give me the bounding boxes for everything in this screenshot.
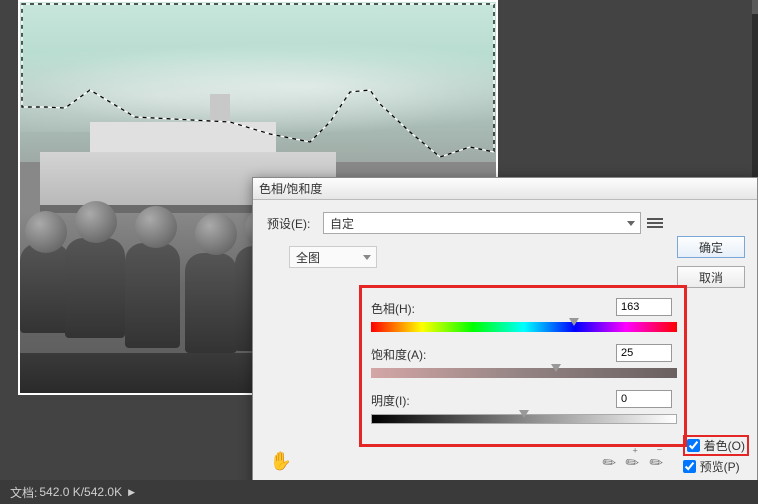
dialog-title[interactable]: 色相/饱和度 [253, 178, 757, 200]
lightness-input[interactable] [616, 390, 672, 408]
colorize-highlight: 着色(O) [683, 435, 749, 456]
hue-slider-thumb[interactable] [569, 318, 579, 326]
preset-menu-icon[interactable] [647, 215, 663, 231]
preview-label: 预览(P) [700, 458, 740, 475]
hue-label: 色相(H): [371, 300, 415, 317]
edit-range-select[interactable]: 全图 [289, 246, 377, 268]
preset-select[interactable]: 自定 [323, 212, 641, 234]
eyedropper-add-icon[interactable]: ✎ [621, 451, 644, 475]
lightness-slider-thumb[interactable] [519, 410, 529, 418]
preview-checkbox[interactable] [683, 460, 696, 473]
hue-slider-track[interactable] [371, 322, 677, 332]
hue-input[interactable] [616, 298, 672, 316]
saturation-slider-track[interactable] [371, 368, 677, 378]
colorize-checkbox[interactable] [687, 439, 700, 452]
preset-value: 自定 [330, 215, 354, 232]
ok-button[interactable]: 确定 [677, 236, 745, 258]
hue-saturation-dialog: 色相/饱和度 预设(E): 自定 确定 取消 全图 色相(H): 饱和度(A): [252, 177, 758, 504]
targeted-adjust-icon[interactable]: ✋ [269, 449, 293, 473]
lightness-label: 明度(I): [371, 392, 410, 409]
saturation-label: 饱和度(A): [371, 346, 426, 363]
edit-range-value: 全图 [296, 249, 320, 266]
eyedropper-subtract-icon[interactable]: ✎ [645, 451, 668, 475]
status-menu-icon[interactable]: ▶ [128, 487, 135, 498]
eyedropper-icon[interactable]: ✎ [598, 451, 621, 475]
colorize-label: 着色(O) [704, 437, 745, 454]
saturation-slider-thumb[interactable] [551, 364, 561, 372]
status-bar: 文档: 542.0 K/542.0K ▶ [0, 480, 758, 504]
preset-label: 预设(E): [267, 215, 317, 232]
doc-label: 文档: [10, 484, 37, 501]
cancel-button[interactable]: 取消 [677, 266, 745, 288]
doc-size: 542.0 K/542.0K [39, 485, 122, 499]
saturation-input[interactable] [616, 344, 672, 362]
